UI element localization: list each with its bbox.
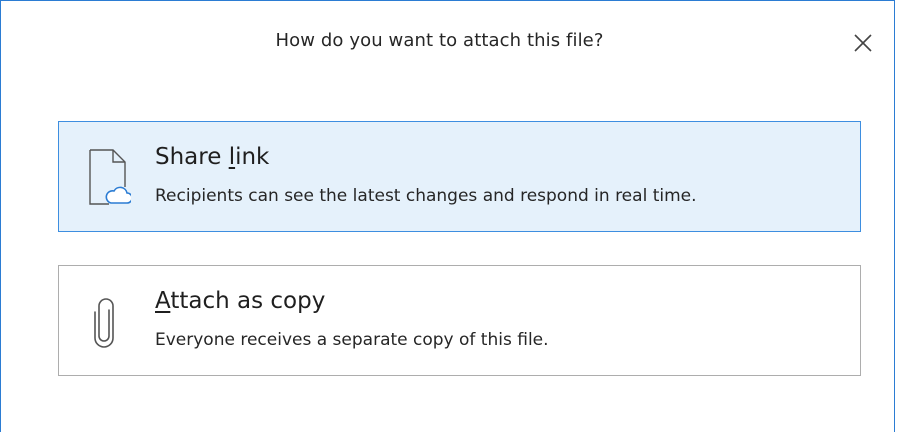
mnemonic-letter: A <box>155 288 171 314</box>
share-link-option[interactable]: Share link Recipients can see the latest… <box>58 121 861 232</box>
share-link-title: Share link <box>155 144 270 170</box>
attach-as-copy-option[interactable]: Attach as copy Everyone receives a separ… <box>58 265 861 376</box>
dialog-title: How do you want to attach this file? <box>275 30 604 51</box>
paperclip-icon <box>94 298 114 348</box>
share-link-description: Recipients can see the latest changes an… <box>155 186 697 206</box>
attach-as-copy-description: Everyone receives a separate copy of thi… <box>155 330 549 350</box>
cloud-document-icon <box>89 149 131 205</box>
close-button[interactable] <box>845 25 881 61</box>
attach-as-copy-title: Attach as copy <box>155 288 326 314</box>
attach-file-dialog: How do you want to attach this file? Sha… <box>0 0 895 432</box>
close-icon <box>854 34 872 52</box>
